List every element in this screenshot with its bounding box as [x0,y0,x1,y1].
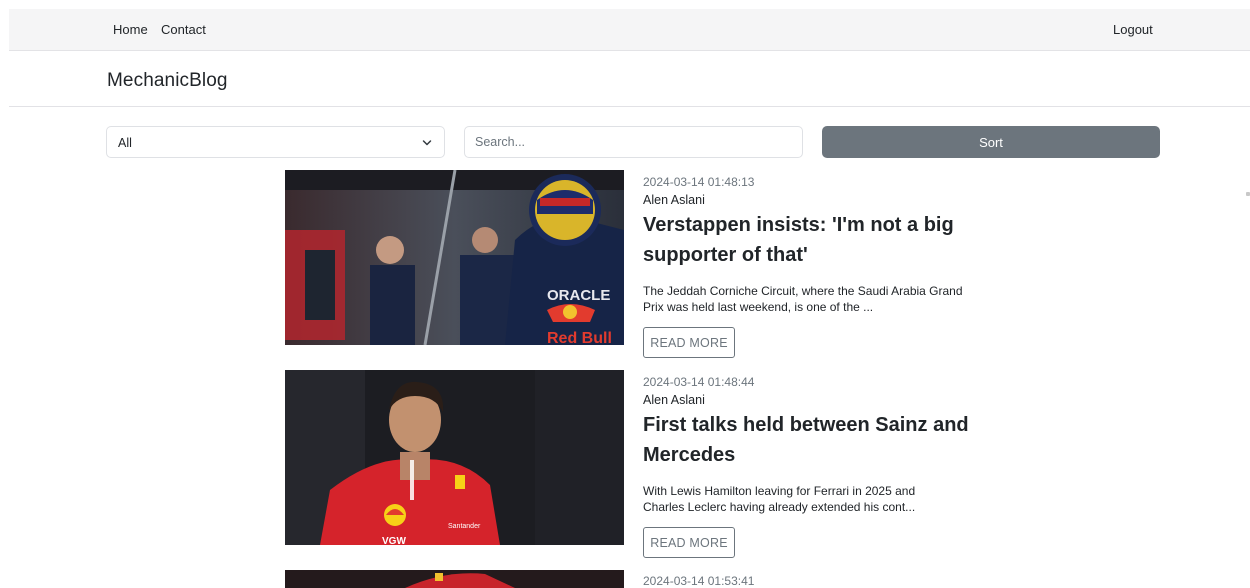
post-date: 2024-03-14 01:48:44 [643,375,755,389]
post-excerpt-line: Charles Leclerc having already extended … [643,500,916,514]
read-more-button[interactable]: READ MORE [643,527,735,558]
post-author: Alen Aslani [643,193,705,207]
nav-contact-link[interactable]: Contact [161,22,206,37]
post-date: 2024-03-14 01:48:13 [643,175,755,189]
post-excerpt: The Jeddah Corniche Circuit, where the S… [643,283,988,315]
search-input[interactable] [464,126,803,158]
post-thumbnail[interactable]: ORACLE Red Bull [285,170,624,345]
post-title[interactable]: Verstappen insists: 'I'm not a big suppo… [643,210,1003,270]
nav-home-link[interactable]: Home [113,22,148,37]
post-date: 2024-03-14 01:53:41 [643,574,755,588]
post-thumbnail[interactable] [285,570,624,588]
post-title-line: Verstappen insists: 'I'm not a big [643,214,954,236]
post-title-line: supporter of that' [643,244,808,266]
post-author: Alen Aslani [643,393,705,407]
post-image-sponsor-text: Santander [448,523,481,530]
nav-logout-link[interactable]: Logout [1113,22,1153,37]
post-title-line: Mercedes [643,444,736,466]
post-image-sponsor-text: ORACLE [547,287,610,304]
post-image-brand-text: VGW [382,536,406,545]
sort-button[interactable]: Sort [822,126,1160,158]
post-title[interactable]: First talks held between Sainz and Merce… [643,410,1003,470]
post-image-partial [285,570,624,588]
post-excerpt-line: The Jeddah Corniche Circuit, where the S… [643,284,963,298]
post-excerpt-line: With Lewis Hamilton leaving for Ferrari … [643,484,916,498]
post-image-verstappen: ORACLE Red Bull [285,170,624,345]
post-title-line: First talks held between Sainz and [643,414,969,436]
post-excerpt-line: Prix was held last weekend, is one of th… [643,300,874,314]
post-image-brand-text: Red Bull [547,330,612,345]
scrollbar-mark [1246,192,1250,196]
read-more-button[interactable]: READ MORE [643,327,735,358]
brand-header: MechanicBlog [9,51,1250,107]
post-excerpt: With Lewis Hamilton leaving for Ferrari … [643,483,988,515]
chevron-down-icon [422,140,432,146]
post-thumbnail[interactable]: Santander VGW [285,370,624,545]
category-select-value: All [118,136,132,150]
category-select[interactable]: All [106,126,445,158]
post-image-sainz: Santander VGW [285,370,624,545]
top-navbar: Home Contact Logout [9,9,1250,51]
site-brand[interactable]: MechanicBlog [107,70,228,92]
